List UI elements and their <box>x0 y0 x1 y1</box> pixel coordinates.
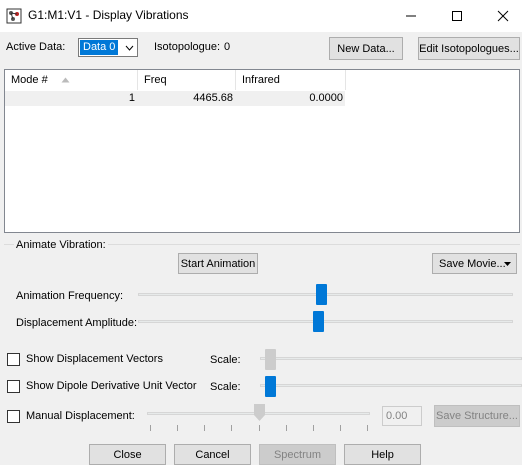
window-title: G1:M1:V1 - Display Vibrations <box>28 8 189 22</box>
save-movie-label: Save Movie... <box>439 257 506 270</box>
close-button[interactable]: Close <box>89 444 166 465</box>
cancel-button[interactable]: Cancel <box>174 444 251 465</box>
new-data-button[interactable]: New Data... <box>329 37 403 60</box>
modes-table[interactable]: Mode # Freq Infrared 1 4465.68 0.0000 <box>4 69 520 233</box>
column-header-mode[interactable]: Mode # <box>5 70 138 90</box>
manual-displacement-slider[interactable] <box>254 404 265 421</box>
title-bar: G1:M1:V1 - Display Vibrations <box>0 0 522 32</box>
close-window-button[interactable] <box>480 0 522 32</box>
save-structure-button[interactable]: Save Structure... <box>434 405 520 427</box>
start-animation-button[interactable]: Start Animation <box>178 253 258 274</box>
isotopologue-label: Isotopologue: <box>154 41 221 53</box>
displacement-amplitude-track[interactable] <box>138 320 513 323</box>
show-displacement-vectors-label: Show Displacement Vectors <box>26 353 163 365</box>
cell-mode: 1 <box>128 92 135 104</box>
help-button[interactable]: Help <box>344 444 421 465</box>
displacement-scale-track[interactable] <box>260 357 522 360</box>
displacement-scale-slider[interactable] <box>265 349 276 370</box>
column-header-mode-label: Mode # <box>11 74 48 86</box>
chevron-down-icon <box>122 40 136 55</box>
displacement-amplitude-slider[interactable] <box>312 311 324 332</box>
displacement-scale-label: Scale: <box>210 354 241 366</box>
cell-freq: 4465.68 <box>193 92 233 104</box>
show-dipole-derivative-label: Show Dipole Derivative Unit Vector <box>26 380 197 392</box>
dipole-scale-track[interactable] <box>260 384 522 387</box>
active-data-value: Data 0 <box>80 40 119 55</box>
manual-displacement-ticks <box>150 425 370 431</box>
displacement-amplitude-label: Displacement Amplitude: <box>16 317 138 329</box>
isotopologue-value: 0 <box>224 41 231 53</box>
dipole-scale-slider[interactable] <box>265 376 276 397</box>
maximize-icon <box>452 11 462 21</box>
minimize-icon <box>406 15 416 17</box>
show-displacement-vectors-checkbox[interactable] <box>7 353 20 366</box>
column-header-infrared[interactable]: Infrared <box>236 70 346 90</box>
manual-displacement-label: Manual Displacement: <box>26 410 135 422</box>
app-icon <box>6 8 22 24</box>
active-data-label: Active Data: <box>6 41 66 53</box>
minimize-button[interactable] <box>388 0 434 32</box>
active-data-select[interactable]: Data 0 <box>78 38 138 57</box>
manual-displacement-input[interactable]: 0.00 <box>382 406 422 426</box>
sort-ascending-icon <box>61 77 70 83</box>
edit-isotopologues-button[interactable]: Edit Isotopologues... <box>418 37 520 60</box>
maximize-button[interactable] <box>434 0 480 32</box>
save-movie-button[interactable]: Save Movie... <box>432 253 517 274</box>
manual-displacement-checkbox[interactable] <box>7 410 20 423</box>
animation-frequency-label: Animation Frequency: <box>16 290 123 302</box>
close-icon <box>497 10 509 22</box>
cell-infrared: 0.0000 <box>309 92 343 104</box>
show-dipole-derivative-checkbox[interactable] <box>7 380 20 393</box>
spectrum-button[interactable]: Spectrum <box>259 444 336 465</box>
column-header-freq[interactable]: Freq <box>138 70 236 90</box>
animate-group-label: Animate Vibration: <box>14 239 108 251</box>
dipole-scale-label: Scale: <box>210 381 241 393</box>
table-row[interactable]: 1 4465.68 0.0000 <box>5 91 345 106</box>
animation-frequency-slider[interactable] <box>316 284 328 305</box>
dropdown-arrow-icon <box>504 262 511 266</box>
